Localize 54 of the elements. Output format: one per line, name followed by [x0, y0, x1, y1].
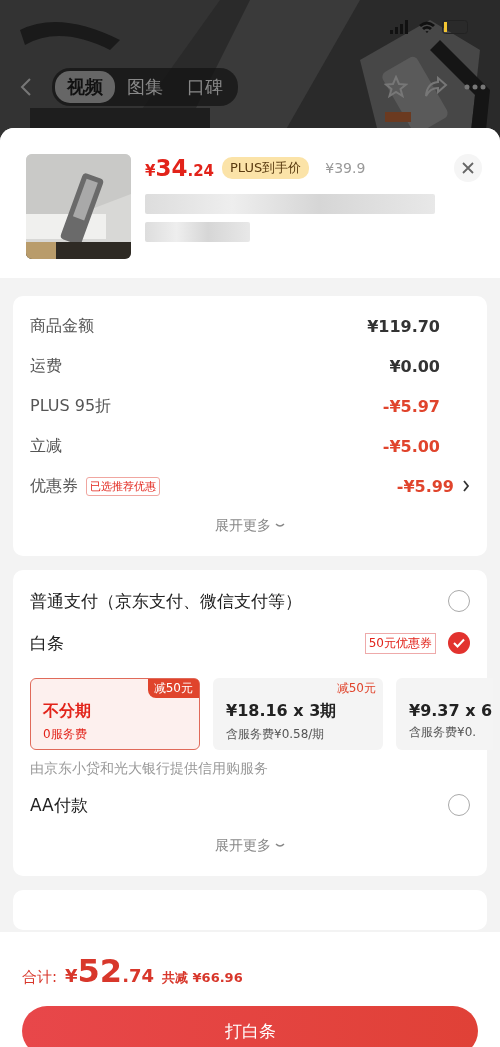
total-label: 合计: [22, 968, 58, 987]
back-icon[interactable] [20, 77, 32, 97]
radio-button[interactable] [448, 590, 470, 612]
fee-amount: -¥5.99 [396, 476, 454, 496]
expand-button[interactable]: 展开更多 [209, 506, 291, 546]
fee-label: PLUS 95折 [30, 395, 112, 417]
wifi-icon [418, 20, 436, 34]
plan-fee: 含服务费¥0. [409, 724, 478, 741]
saved-amount: 共减 ¥66.96 [162, 969, 243, 987]
installment-option[interactable]: 减50元 ¥18.16 x 3期 含服务费¥0.58/期 [213, 678, 383, 750]
payment-option-label: AA付款 [30, 793, 88, 817]
pay-button[interactable]: 打白条 [22, 1006, 478, 1047]
close-icon [462, 162, 474, 174]
star-icon[interactable] [384, 75, 408, 99]
plan-fee: 含服务费¥0.58/期 [226, 726, 326, 743]
product-price: ¥34.24 [145, 155, 215, 181]
expand-button[interactable]: 展开更多 [209, 826, 291, 866]
plan-title: ¥9.37 x 6 [409, 701, 493, 720]
price-tag: PLUS到手价 [222, 157, 310, 179]
radio-button[interactable] [448, 632, 470, 654]
service-note: 由京东小贷和光大银行提供信用购服务 [30, 760, 269, 778]
more-icon[interactable] [464, 84, 486, 90]
fee-amount: -¥5.00 [382, 436, 440, 456]
installment-option[interactable]: 减50元 不分期 0服务费 [30, 678, 200, 750]
plan-title: ¥18.16 x 3期 [226, 701, 338, 722]
payment-option-label: 普通支付（京东支付、微信支付等） [30, 589, 302, 613]
chevron-down-icon [275, 523, 285, 529]
total-price: ¥52.74 [65, 952, 154, 990]
discount-tag: 减50元 [330, 679, 382, 698]
installment-option[interactable]: ¥9.37 x 6 含服务费¥0. [396, 678, 494, 750]
battery-icon [442, 20, 470, 34]
fee-label: 商品金额 [30, 315, 94, 337]
tab[interactable]: 口碑 [175, 71, 235, 103]
share-icon[interactable] [424, 76, 448, 98]
fee-label: 运费 [30, 355, 62, 377]
chevron-down-icon [275, 843, 285, 849]
fee-label: 立减 [30, 435, 62, 457]
original-price: ¥39.9 [325, 160, 366, 176]
fee-amount: ¥0.00 [389, 356, 440, 376]
plan-title: 不分期 [43, 701, 92, 722]
close-button[interactable] [454, 154, 482, 182]
tab[interactable]: 图集 [115, 71, 175, 103]
check-icon [453, 638, 465, 648]
coupon-badge: 50元优惠券 [364, 632, 436, 654]
discount-tag: 减50元 [147, 679, 199, 698]
radio-button[interactable] [448, 794, 470, 816]
fee-amount: -¥5.97 [382, 396, 440, 416]
coupon-badge: 已选推荐优惠 [86, 476, 160, 496]
tab[interactable]: 视频 [55, 71, 115, 103]
plan-fee: 0服务费 [43, 726, 88, 743]
payment-option-label: 白条 [30, 631, 64, 655]
chevron-right-icon[interactable] [462, 480, 470, 492]
fee-amount: ¥119.70 [367, 316, 440, 336]
fee-label: 优惠券 [30, 475, 78, 497]
